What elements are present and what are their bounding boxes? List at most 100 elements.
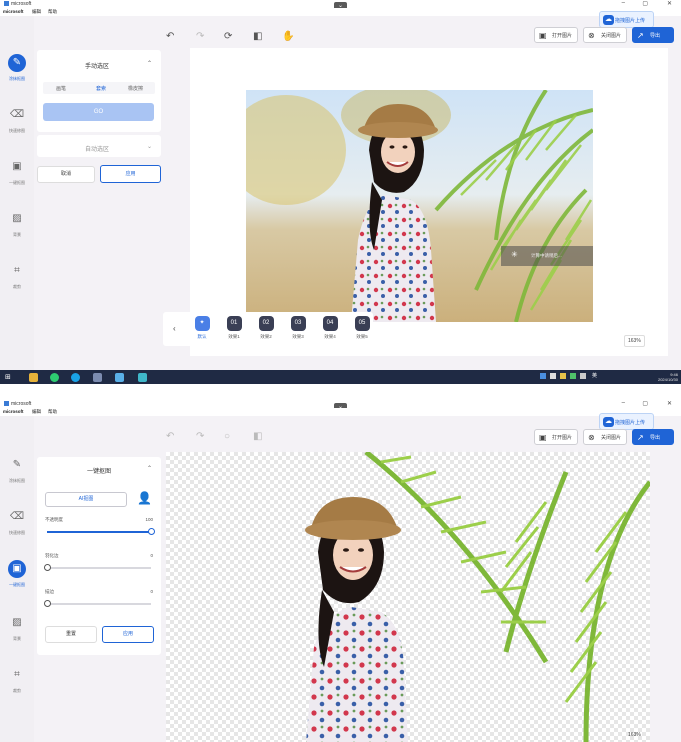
ai-cutout-button[interactable]: AI抠图 (45, 492, 127, 507)
image-canvas-transparent[interactable] (166, 452, 650, 742)
export-label: 导出 (650, 33, 661, 39)
menu-item-help[interactable]: 帮助 (48, 409, 57, 415)
image-icon: ▨ (12, 213, 22, 224)
sidebar-item-crop[interactable]: ⌗ 裁剪 (0, 666, 34, 706)
menu-item-microsoft[interactable]: microsoft (3, 409, 24, 414)
effect-item-1[interactable]: 01 效果1 (222, 316, 246, 344)
slider-track[interactable] (43, 600, 151, 607)
slider-track[interactable] (43, 564, 151, 571)
drag-upload-badge[interactable]: ☁ 拖拽图片上传 (599, 413, 654, 430)
sidebar-item-background[interactable]: ▨ 背景 (0, 210, 34, 250)
cloud-upload-icon: ☁ (603, 15, 614, 25)
menu-item-help[interactable]: 帮助 (48, 9, 57, 15)
edge-browser-icon[interactable] (71, 373, 80, 382)
effect-item-3[interactable]: 03 效果3 (286, 316, 310, 344)
zoom-level[interactable]: 163% (625, 730, 644, 740)
system-tray[interactable]: 英 (540, 373, 610, 381)
screenshot-auto-cutout: microsoft ⌄ – ▢ ✕ microsoft 编辑 帮助 ☁ 拖拽图片… (0, 400, 681, 742)
slider-handle[interactable] (147, 528, 155, 535)
taskbar-clock[interactable]: 9:46 2024/10/30 (658, 372, 678, 382)
image-canvas[interactable]: 计算中请稍后... ✳ (190, 48, 668, 356)
chevron-down-icon[interactable]: ⌄ (147, 143, 152, 150)
effect-item-4[interactable]: 04 效果4 (318, 316, 342, 344)
brush-icon: ✎ (12, 459, 22, 470)
tab-eraser[interactable]: 橡皮擦 (128, 85, 143, 92)
effect-item-0[interactable]: ✦ 默认 (190, 316, 214, 344)
open-image-button[interactable]: ▣ 打开图片 (534, 429, 578, 445)
export-button[interactable]: ↗ 导出 (632, 429, 674, 445)
slider-group: 不透明度 100 羽化边 0 描边 0 (37, 517, 161, 617)
sidebar-item-background[interactable]: ▨ 背景 (0, 614, 34, 654)
sidebar-item-auto-cutout[interactable]: ▣ 一键抠图 (0, 560, 34, 600)
chevron-up-icon[interactable]: ⌃ (147, 465, 152, 472)
close-image-button[interactable]: ⊗ 关闭图片 (583, 429, 627, 445)
reset-rotate-icon[interactable]: ⟳ (224, 31, 232, 42)
effect-badge: 05 (354, 316, 370, 331)
compare-icon[interactable]: ◧ (253, 31, 262, 42)
export-label: 导出 (650, 435, 661, 441)
person-icon[interactable]: 👤 (137, 491, 152, 505)
apply-button[interactable]: 应用 (102, 626, 154, 643)
hand-pan-icon[interactable]: ✋ (282, 31, 294, 42)
upload-badge-label: 拖拽图片上传 (615, 18, 646, 24)
wechat-icon[interactable] (50, 373, 59, 382)
auto-selection-title: 自动选区 (85, 147, 110, 153)
redo-icon[interactable]: ↷ (196, 31, 204, 42)
tab-brush[interactable]: 画笔 (56, 85, 66, 92)
sidebar-item-label: 裁剪 (13, 688, 21, 693)
maximize-icon[interactable]: ▢ (642, 400, 648, 407)
editor-app-icon[interactable] (115, 373, 124, 382)
undo-icon[interactable]: ↶ (166, 431, 174, 442)
sidebar-item-auto-cutout[interactable]: ▣ 一键抠图 (0, 158, 34, 198)
sidebar-item-brush-cutout[interactable]: ✎ 涂抹抠图 (0, 54, 34, 94)
close-window-icon[interactable]: ✕ (667, 0, 672, 7)
effect-label: 效果2 (260, 334, 272, 339)
prev-effects-arrow[interactable]: ‹ (173, 324, 176, 333)
reset-button[interactable]: 重置 (45, 626, 97, 643)
app-window-icon[interactable] (93, 373, 102, 382)
sidebar-item-quick-fix[interactable]: ⌫ 快速修图 (0, 106, 34, 146)
auto-cutout-title: 一键抠图 (87, 469, 112, 475)
sidebar-item-brush-cutout[interactable]: ✎ 涂抹抠图 (0, 456, 34, 496)
menu-item-edit[interactable]: 编辑 (32, 9, 41, 15)
close-image-button[interactable]: ⊗ 关闭图片 (583, 27, 627, 43)
manual-selection-panel: 手动选区 ⌃ 画笔 套索 橡皮擦 GO (37, 50, 161, 132)
maximize-icon[interactable]: ▢ (642, 0, 648, 7)
cutout-icon: ▣ (8, 560, 26, 578)
menu-item-edit[interactable]: 编辑 (32, 409, 41, 415)
sidebar-item-crop[interactable]: ⌗ 裁剪 (0, 262, 34, 302)
windows-start-icon[interactable]: ⊞ (5, 373, 14, 382)
effect-item-5[interactable]: 05 效果5 (350, 316, 374, 344)
auto-selection-panel[interactable]: 自动选区 ⌄ (37, 135, 161, 157)
sidebar: ✎ 涂抹抠图 ⌫ 快速修图 ▣ 一键抠图 ▨ 背景 ⌗ 裁剪 (0, 16, 34, 384)
slider-track[interactable] (47, 528, 155, 535)
redo-icon[interactable]: ↷ (196, 431, 204, 442)
go-button[interactable]: GO (43, 103, 154, 121)
folder-icon[interactable] (29, 373, 38, 382)
compare-icon[interactable]: ◧ (253, 431, 262, 442)
cancel-button[interactable]: 取消 (37, 166, 95, 183)
slider-value: 0 (150, 589, 153, 594)
picture-icon: ▣ (539, 31, 547, 40)
tab-lasso[interactable]: 套索 (96, 85, 106, 92)
slider-handle[interactable] (43, 600, 51, 607)
reset-rotate-icon[interactable]: ○ (224, 431, 230, 442)
open-image-button[interactable]: ▣ 打开图片 (534, 27, 578, 43)
sidebar-item-quick-fix[interactable]: ⌫ 快速修图 (0, 508, 34, 548)
slider-handle[interactable] (43, 564, 51, 571)
apply-button[interactable]: 应用 (100, 165, 161, 183)
close-image-label: 关闭图片 (601, 435, 622, 441)
calendar-app-icon[interactable] (138, 373, 147, 382)
zoom-level[interactable]: 163% (624, 335, 645, 347)
ime-indicator[interactable]: 英 (592, 372, 597, 379)
slider-fill (47, 531, 151, 533)
chevron-up-icon[interactable]: ⌃ (147, 60, 152, 67)
undo-icon[interactable]: ↶ (166, 31, 174, 42)
close-window-icon[interactable]: ✕ (667, 400, 672, 407)
minimize-icon[interactable]: – (622, 400, 625, 406)
effect-item-2[interactable]: 02 效果2 (254, 316, 278, 344)
export-button[interactable]: ↗ 导出 (632, 27, 674, 43)
drag-upload-badge[interactable]: ☁ 拖拽图片上传 (599, 11, 654, 28)
minimize-icon[interactable]: – (622, 0, 625, 6)
menu-item-microsoft[interactable]: microsoft (3, 9, 24, 14)
